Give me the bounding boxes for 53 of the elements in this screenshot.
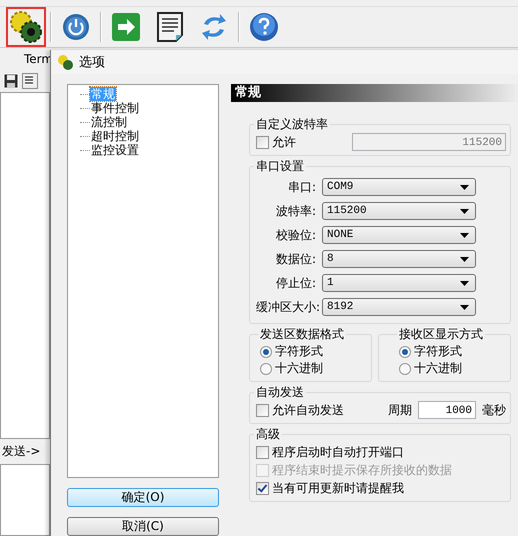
gears-icon xyxy=(9,10,43,44)
field-label: 停止位: xyxy=(274,274,317,292)
checkbox[interactable]: 程序启动时自动打开端口 xyxy=(256,443,506,461)
gears-icon xyxy=(57,54,73,70)
toolbar-button[interactable] xyxy=(6,7,46,47)
power-icon xyxy=(62,13,90,41)
help-icon xyxy=(249,12,279,42)
dialog-button[interactable]: 确定(O) xyxy=(67,488,219,507)
send-label: 发送-> xyxy=(1,443,42,460)
field-label: 波特率: xyxy=(274,202,317,220)
group-title: 自定义波特率 xyxy=(255,116,329,133)
radio-button[interactable]: 十六进制 xyxy=(260,360,367,377)
dropdown[interactable]: 115200 xyxy=(322,202,476,220)
field-label: 缓冲区大小: xyxy=(256,298,322,316)
send-area xyxy=(0,464,50,536)
dropdown[interactable]: NONE xyxy=(322,226,476,244)
dropdown[interactable]: 1 xyxy=(322,274,476,292)
group-title: 发送区数据格式 xyxy=(259,326,345,343)
field-label: 串口: xyxy=(286,178,317,196)
dialog-button[interactable]: 取消(C) xyxy=(67,517,219,536)
period-field[interactable]: 1000 xyxy=(418,401,476,419)
field-label: 数据位: xyxy=(274,250,317,268)
radio-button[interactable]: 十六进制 xyxy=(399,360,506,377)
dropdown-arrow-icon xyxy=(460,280,469,286)
field-label: 校验位: xyxy=(274,226,317,244)
dropdown[interactable]: COM9 xyxy=(322,178,476,196)
period-label: 周期 xyxy=(388,402,412,418)
dropdown-arrow-icon xyxy=(460,304,469,310)
tree-item[interactable]: 监控设置 xyxy=(90,143,140,157)
tree-item[interactable]: 超时控制 xyxy=(90,129,140,143)
group-title: 高级 xyxy=(255,426,281,443)
tree-item[interactable]: 事件控制 xyxy=(90,101,140,115)
radio-button[interactable]: 字符形式 xyxy=(260,343,367,360)
panel-header: 常规 xyxy=(231,84,518,102)
group-title: 自动发送 xyxy=(255,384,305,401)
document-icon xyxy=(157,12,183,42)
group-title: 接收区显示方式 xyxy=(398,326,484,343)
dropdown[interactable]: 8192 xyxy=(322,298,476,316)
radio-button[interactable]: 字符形式 xyxy=(399,343,506,360)
dialog-title: 选项 xyxy=(79,54,105,71)
tree-item[interactable]: 流控制 xyxy=(90,115,128,129)
dropdown-arrow-icon xyxy=(460,256,469,262)
group-title: 串口设置 xyxy=(255,158,305,175)
dropdown-arrow-icon xyxy=(460,232,469,238)
checkbox[interactable]: 允许自动发送 xyxy=(256,401,344,419)
list-icon[interactable] xyxy=(22,73,38,89)
unit-label: 毫秒 xyxy=(482,402,506,418)
dropdown-arrow-icon xyxy=(460,208,469,214)
checkbox[interactable]: 当有可用更新时请提醒我 xyxy=(256,479,506,497)
dropdown-arrow-icon xyxy=(460,184,469,190)
dropdown[interactable]: 8 xyxy=(322,250,476,268)
save-icon[interactable] xyxy=(4,74,18,88)
refresh-icon xyxy=(200,12,228,42)
